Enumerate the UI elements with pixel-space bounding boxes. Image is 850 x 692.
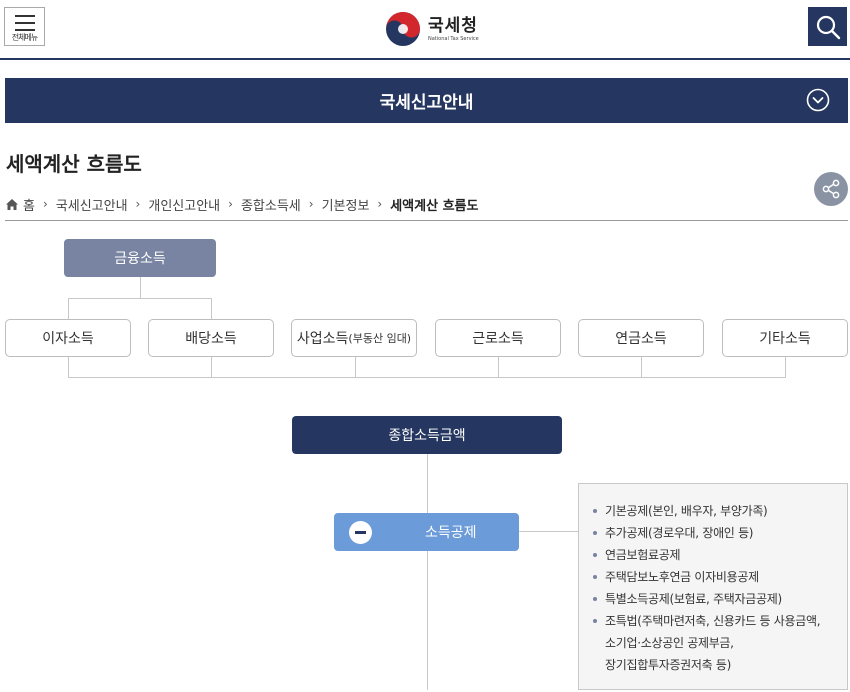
connector-line (68, 298, 212, 299)
hamburger-icon-bar (14, 29, 35, 31)
list-item-text: 특별소득공제(보험료, 주택자금공제) (605, 592, 782, 606)
list-item: 연금보험료공제 (591, 544, 847, 566)
financial-income-box: 금융소득 (64, 239, 216, 277)
connector-line (68, 377, 786, 378)
income-type-box: 연금소득 (578, 319, 704, 357)
list-item-continuation: 소기업·소상공인 공제부금, (591, 632, 847, 654)
list-item: 조특법(주택마련저축, 신용카드 등 사용금액, (591, 610, 847, 632)
bullet-icon (593, 531, 597, 535)
income-type-box: 이자소득 (5, 319, 131, 357)
list-item-text: 주택담보노후연금 이자비용공제 (605, 570, 759, 584)
income-type-label: 기타소득 (759, 331, 811, 347)
connector-line (498, 357, 499, 377)
income-type-label: 근로소득 (472, 331, 524, 347)
logo-subtext: National Tax Service (428, 35, 479, 42)
page-title: 세액계산 흐름도 (6, 152, 142, 176)
income-type-box: 배당소득 (148, 319, 274, 357)
breadcrumb-item[interactable]: 기본정보 (322, 195, 370, 214)
connector-line (641, 357, 642, 377)
connector-line (355, 357, 356, 377)
bullet-icon (593, 619, 597, 623)
connector-line (785, 357, 786, 377)
list-item: 기본공제(본인, 배우자, 부양가족) (591, 500, 847, 522)
breadcrumb-item[interactable]: 종합소득세 (241, 195, 301, 214)
section-banner: 국세신고안내 (5, 78, 848, 123)
list-item: 추가공제(경로우대, 장애인 등) (591, 522, 847, 544)
breadcrumb-home[interactable]: 홈 (5, 195, 35, 214)
list-item-text: 추가공제(경로우대, 장애인 등) (605, 526, 754, 540)
income-type-label: 배당소득 (185, 331, 237, 347)
breadcrumb-home-label: 홈 (23, 198, 35, 214)
chevron-right-icon: › (42, 197, 48, 211)
search-button[interactable] (808, 7, 847, 46)
logo[interactable]: 국세청 National Tax Service (385, 10, 479, 48)
list-item-text: 기본공제(본인, 배우자, 부양가족) (605, 504, 768, 518)
menu-button[interactable]: 전체메뉴 (4, 7, 45, 46)
connector-line (211, 298, 212, 319)
connector-line (427, 454, 428, 690)
chevron-down-icon[interactable] (806, 88, 830, 112)
bullet-icon (593, 509, 597, 513)
hamburger-icon (14, 15, 35, 17)
chevron-right-icon: › (308, 197, 314, 211)
total-income-box: 종합소득금액 (292, 416, 562, 454)
connector-line (68, 298, 69, 319)
income-type-label: 이자소득 (42, 331, 94, 347)
list-item-text: 소기업·소상공인 공제부금, (605, 636, 734, 650)
logo-text: 국세청 (428, 15, 478, 36)
deduction-list: 기본공제(본인, 배우자, 부양가족) 추가공제(경로우대, 장애인 등) 연금… (591, 500, 847, 676)
list-item-text: 조특법(주택마련저축, 신용카드 등 사용금액, (605, 614, 821, 628)
income-type-box: 기타소득 (722, 319, 848, 357)
income-type-box: 근로소득 (435, 319, 561, 357)
income-type-sublabel: (부동산 임대) (348, 332, 412, 345)
list-item-text: 장기집합투자증권저축 등) (605, 658, 732, 672)
income-type-label: 연금소득 (615, 331, 667, 347)
chevron-right-icon: › (377, 197, 383, 211)
breadcrumb-item[interactable]: 개인신고안내 (148, 195, 220, 214)
income-type-label: 사업소득 (296, 331, 349, 347)
list-item-continuation: 장기집합투자증권저축 등) (591, 654, 847, 676)
connector-line (519, 531, 578, 532)
list-item: 특별소득공제(보험료, 주택자금공제) (591, 588, 847, 610)
income-type-box: 사업소득 (부동산 임대) (291, 319, 417, 357)
chevron-right-icon: › (135, 197, 141, 211)
search-icon (816, 15, 840, 39)
deduction-toggle[interactable]: 소득공제 (334, 513, 519, 551)
connector-line (211, 357, 212, 377)
bullet-icon (593, 597, 597, 601)
breadcrumb-current: 세액계산 흐름도 (390, 198, 479, 214)
header-divider (0, 58, 850, 60)
share-button[interactable] (814, 172, 848, 206)
minus-icon (349, 520, 372, 544)
menu-label: 전체메뉴 (11, 33, 38, 42)
list-item: 주택담보노후연금 이자비용공제 (591, 566, 847, 588)
deduction-detail-panel: 기본공제(본인, 배우자, 부양가족) 추가공제(경로우대, 장애인 등) 연금… (578, 483, 848, 690)
bullet-icon (593, 553, 597, 557)
breadcrumb-item[interactable]: 국세신고안내 (56, 195, 128, 214)
chevron-right-icon: › (228, 197, 233, 211)
connector-line (68, 357, 69, 377)
hamburger-icon-bar (14, 22, 35, 24)
home-icon (6, 198, 18, 210)
bullet-icon (593, 575, 597, 579)
connector-line (140, 277, 141, 298)
share-icon (822, 179, 840, 199)
section-title: 국세신고안내 (379, 93, 474, 113)
breadcrumb-divider (5, 220, 848, 221)
list-item-text: 연금보험료공제 (605, 548, 681, 562)
breadcrumb: 홈 › 국세신고안내 › 개인신고안내 › 종합소득세 › 기본정보 › 세액계… (5, 194, 478, 214)
deduction-label: 소득공제 (425, 525, 477, 541)
nts-emblem-icon (386, 12, 420, 46)
